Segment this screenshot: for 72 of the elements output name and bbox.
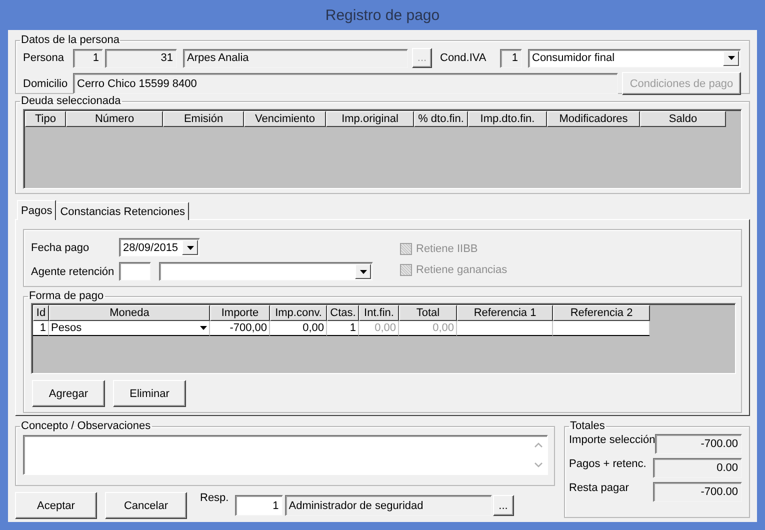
scroll-up-icon[interactable] [534,442,543,448]
address-field[interactable]: Cerro Chico 15599 8400 [73,73,618,94]
date-picker[interactable]: 28/09/2015 [119,238,200,257]
table-cell: 1 [327,321,359,336]
scroll-down-icon[interactable] [534,462,543,468]
field-label: Agente retención [31,266,116,278]
table-cell: 0,00 [359,321,399,336]
total-field: -700.00 [655,434,742,454]
lookup-button[interactable]: ... [492,495,514,516]
column-header[interactable]: Referencia 1 [457,305,553,321]
column-header[interactable]: Número [66,111,163,127]
total-label: Resta pagar [569,482,630,494]
total-label: Pagos + retenc. [569,458,648,470]
column-header[interactable]: Moneda [49,305,210,321]
checkbox-label: Retiene ganancias [416,264,508,276]
dialog-button[interactable]: Aceptar [15,492,97,519]
code-field[interactable]: 1 [73,48,103,68]
table-cell[interactable] [553,321,650,336]
column-header[interactable]: Vencimiento [244,111,326,127]
table-cell: 0,00 [270,321,327,336]
tab[interactable]: Constancias Retenciones [56,202,189,220]
code-field[interactable]: 31 [105,48,177,68]
caret-icon [200,326,207,330]
iva-dropdown[interactable]: Consumidor final [528,48,741,68]
column-header[interactable]: Imp.original [326,111,414,127]
field-label: Resp. [200,492,229,504]
column-header[interactable]: Emisión [163,111,244,127]
name-field[interactable]: Arpes Analia [183,48,408,68]
field-label: Persona [23,52,65,64]
column-header[interactable]: Imp.conv. [270,305,327,321]
total-label: Importe selección [569,434,656,446]
column-header[interactable]: Saldo [640,111,726,127]
window-title: Registro de pago [325,6,440,24]
column-header[interactable]: Total [399,305,457,321]
name-field[interactable]: Administrador de seguridad [284,495,492,516]
group-title: Concepto / Observaciones [20,420,152,432]
table-cell: 1 [33,321,49,336]
caret-icon [360,270,366,274]
column-header[interactable]: Int.fin. [359,305,399,321]
notes-field[interactable] [23,435,548,475]
column-header[interactable]: Imp.dto.fin. [468,111,547,127]
checkbox-label: Retiene IIBB [416,243,478,255]
dialog-button[interactable]: Cancelar [105,492,187,519]
table-cell[interactable]: Pesos [49,321,210,336]
table-cell: 0,00 [399,321,457,336]
column-header[interactable]: Id [33,305,49,321]
column-header[interactable]: Ctas. [327,305,359,321]
total-field: 0.00 [652,458,742,478]
column-header[interactable]: Referencia 2 [553,305,650,321]
agent-code-field[interactable] [119,262,151,281]
column-header[interactable]: Importe [210,305,270,321]
group-title: Totales [569,420,606,432]
column-header[interactable]: % dto.fin. [414,111,468,127]
field-label: Domicilio [23,78,69,90]
action-button[interactable]: Agregar [32,380,105,407]
field-label: Cond.IVA [440,52,488,64]
tab[interactable]: Pagos [17,200,56,220]
action-button[interactable]: Eliminar [113,380,186,407]
column-header[interactable]: Modificadores [547,111,640,127]
total-field: -700.00 [652,482,742,502]
code-field[interactable]: 1 [500,48,522,68]
group-title: Deuda seleccionada [20,95,122,107]
field-label: Fecha pago [31,242,90,254]
code-field[interactable]: 1 [234,495,283,516]
caret-icon [186,246,194,250]
table-cell: -700,00 [210,321,270,336]
agent-dropdown[interactable] [159,262,373,281]
column-header[interactable]: Tipo [25,111,66,127]
group-title: Forma de pago [28,290,105,302]
group-title: Datos de la persona [20,34,120,46]
table-cell[interactable] [457,321,553,336]
caret-icon [728,56,734,60]
